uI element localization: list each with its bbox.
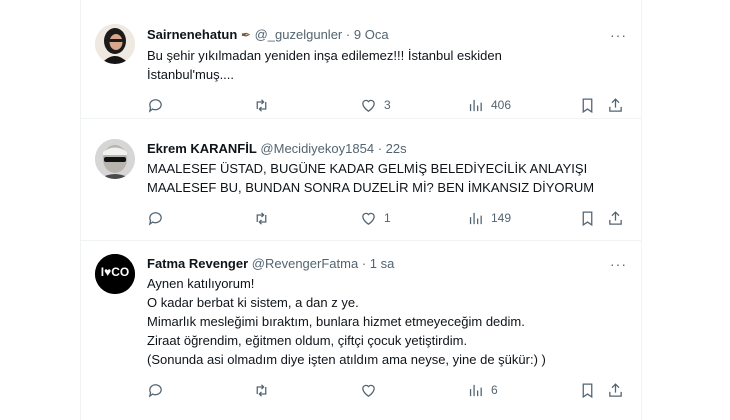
tweet-text: MAALESEF ÜSTAD, BUGÜNE KADAR GELMİŞ BELE… bbox=[147, 159, 627, 197]
more-options-icon[interactable]: ··· bbox=[610, 257, 627, 271]
share-icon bbox=[609, 382, 622, 397]
views-button[interactable]: 406 bbox=[467, 96, 511, 114]
share-button[interactable] bbox=[607, 381, 624, 399]
avatar-logo-icon: I♥CO bbox=[95, 254, 135, 294]
avatar-photo-icon bbox=[95, 139, 135, 179]
reply-button[interactable] bbox=[147, 209, 171, 227]
tweet-text-line: MAALESEF BU, BUNDAN SONRA DUZELİR Mİ? BE… bbox=[147, 180, 595, 195]
tweet-text-line: (Sonunda asi olmadım diye işten atıldım … bbox=[147, 352, 546, 367]
quill-icon: ✒ bbox=[240, 28, 251, 42]
timestamp[interactable]: 22s bbox=[386, 141, 407, 156]
like-button[interactable]: 1 bbox=[360, 209, 391, 227]
tweet-text: Bu şehir yıkılmadan yeniden inşa edileme… bbox=[147, 46, 627, 84]
views-chart-icon bbox=[469, 99, 482, 111]
timestamp[interactable]: 1 sa bbox=[370, 256, 395, 271]
bookmark-icon bbox=[582, 382, 593, 398]
timestamp[interactable]: 9 Oca bbox=[354, 27, 389, 42]
bookmark-button[interactable] bbox=[579, 209, 596, 227]
tweet-text: Aynen katılıyorum! O kadar berbat ki sis… bbox=[147, 274, 627, 369]
tweet-text-line: Aynen katılıyorum! bbox=[147, 276, 255, 291]
retweet-button[interactable] bbox=[253, 96, 277, 114]
reply-icon bbox=[148, 211, 162, 226]
view-count: 149 bbox=[491, 211, 512, 225]
bookmark-icon bbox=[582, 210, 593, 226]
retweet-icon bbox=[256, 98, 267, 112]
separator-dot: · bbox=[345, 27, 351, 42]
tweet-text-line: MAALESEF ÜSTAD, BUGÜNE KADAR GELMİŞ BELE… bbox=[147, 161, 588, 176]
display-name[interactable]: Sairnenehatun bbox=[147, 27, 237, 42]
tweet[interactable]: Ekrem KARANFİL @Mecidiyekoy1854 · 22s MA… bbox=[81, 119, 641, 241]
separator-dot: · bbox=[361, 256, 367, 271]
retweet-button[interactable] bbox=[253, 209, 277, 227]
handle[interactable]: @Mecidiyekoy1854 bbox=[260, 141, 374, 156]
reply-icon bbox=[148, 98, 162, 113]
handle[interactable]: @_guzelgunler bbox=[255, 27, 343, 42]
avatar-logo-text: I♥CO bbox=[101, 265, 129, 279]
reply-button[interactable] bbox=[147, 381, 171, 399]
avatar[interactable] bbox=[95, 24, 135, 64]
like-count: 1 bbox=[384, 211, 391, 225]
views-chart-icon bbox=[469, 212, 482, 224]
tweet-text-line: Bu şehir yıkılmadan yeniden inşa edileme… bbox=[147, 48, 502, 63]
view-count: 406 bbox=[491, 98, 512, 112]
separator-dot: · bbox=[377, 141, 383, 156]
like-count: 3 bbox=[384, 98, 391, 112]
tweet-text-line: O kadar berbat ki sistem, a dan z ye. bbox=[147, 295, 359, 310]
tweet[interactable]: I♥CO Fatma Revenger @RevengerFatma · 1 s… bbox=[81, 241, 641, 420]
bookmark-button[interactable] bbox=[579, 96, 596, 114]
retweet-icon bbox=[256, 383, 267, 397]
reply-button[interactable] bbox=[147, 96, 171, 114]
tweet-text-line: İstanbul'muş.... bbox=[147, 67, 235, 82]
tweet[interactable]: Sairnenehatun ✒ @_guzelgunler · 9 Oca ··… bbox=[81, 0, 641, 119]
display-name[interactable]: Ekrem KARANFİL bbox=[147, 141, 257, 156]
tweet-feed: Sairnenehatun ✒ @_guzelgunler · 9 Oca ··… bbox=[80, 0, 642, 420]
share-button[interactable] bbox=[607, 96, 624, 114]
view-count: 6 bbox=[491, 383, 498, 397]
avatar[interactable] bbox=[95, 139, 135, 179]
share-button[interactable] bbox=[607, 209, 624, 227]
more-options-icon[interactable]: ··· bbox=[610, 28, 627, 42]
bookmark-button[interactable] bbox=[579, 381, 596, 399]
avatar[interactable]: I♥CO bbox=[95, 254, 135, 294]
views-button[interactable]: 149 bbox=[467, 209, 511, 227]
tweet-header: Fatma Revenger @RevengerFatma · 1 sa bbox=[147, 256, 394, 272]
retweet-button[interactable] bbox=[253, 381, 277, 399]
heart-icon bbox=[362, 99, 375, 112]
share-icon bbox=[609, 97, 622, 112]
retweet-icon bbox=[256, 211, 267, 225]
views-button[interactable]: 6 bbox=[467, 381, 498, 399]
like-button[interactable] bbox=[360, 381, 384, 399]
tweet-actions: 3 406 bbox=[147, 96, 627, 114]
handle[interactable]: @RevengerFatma bbox=[252, 256, 358, 271]
views-chart-icon bbox=[469, 384, 482, 396]
bookmark-icon bbox=[582, 97, 593, 113]
tweet-actions: 1 149 bbox=[147, 209, 627, 227]
tweet-actions: 6 bbox=[147, 381, 627, 399]
tweet-header: Sairnenehatun ✒ @_guzelgunler · 9 Oca bbox=[147, 27, 389, 43]
like-button[interactable]: 3 bbox=[360, 96, 391, 114]
share-icon bbox=[609, 210, 622, 225]
heart-icon bbox=[362, 384, 375, 397]
reply-icon bbox=[148, 383, 162, 398]
tweet-text-line: Mimarlık mesleğimi bıraktım, bunlara hiz… bbox=[147, 314, 525, 329]
tweet-header: Ekrem KARANFİL @Mecidiyekoy1854 · 22s bbox=[147, 141, 407, 157]
avatar-photo-icon bbox=[95, 24, 135, 64]
tweet-text-line: Ziraat öğrendim, eğitmen oldum, çiftçi ç… bbox=[147, 333, 468, 348]
display-name[interactable]: Fatma Revenger bbox=[147, 256, 248, 271]
heart-icon bbox=[362, 212, 375, 225]
